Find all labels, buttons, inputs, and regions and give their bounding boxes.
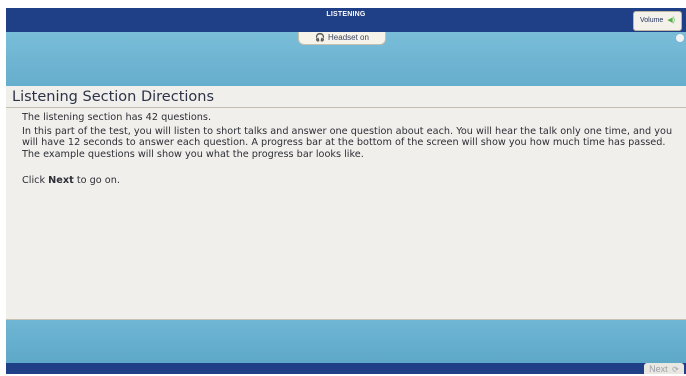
footer-band: [6, 320, 686, 363]
directions-text: The listening section has 42 questions. …: [22, 112, 682, 189]
bottom-bar: [6, 363, 686, 374]
title-divider: [6, 107, 686, 108]
arrow-circle-icon: ⟳: [672, 365, 679, 374]
volume-label: Volume: [639, 17, 664, 24]
headset-indicator: 🎧 Headset on: [298, 32, 386, 45]
instruction-line: Click Next to go on.: [22, 175, 682, 186]
volume-button[interactable]: Volume ◀): [632, 11, 682, 31]
next-label: Next: [649, 364, 668, 374]
top-bar: LISTENING Volume ◀): [6, 8, 686, 32]
page-title: Listening Section Directions: [12, 89, 215, 105]
next-button[interactable]: Next ⟳: [644, 363, 684, 374]
instruction-next-word: Next: [48, 174, 74, 186]
section-title: LISTENING: [326, 11, 366, 18]
headset-label: Headset on: [328, 33, 369, 42]
instruction-prefix: Click: [22, 174, 49, 186]
directions-panel: Listening Section Directions The listeni…: [6, 86, 686, 320]
instruction-suffix: to go on.: [73, 174, 120, 186]
speaker-icon: ◀): [667, 17, 675, 24]
directions-paragraph: The listening section has 42 questions.: [22, 112, 212, 123]
directions-paragraph: In this part of the test, you will liste…: [22, 126, 673, 160]
help-icon[interactable]: [676, 34, 684, 42]
headphones-icon: 🎧: [315, 33, 326, 42]
